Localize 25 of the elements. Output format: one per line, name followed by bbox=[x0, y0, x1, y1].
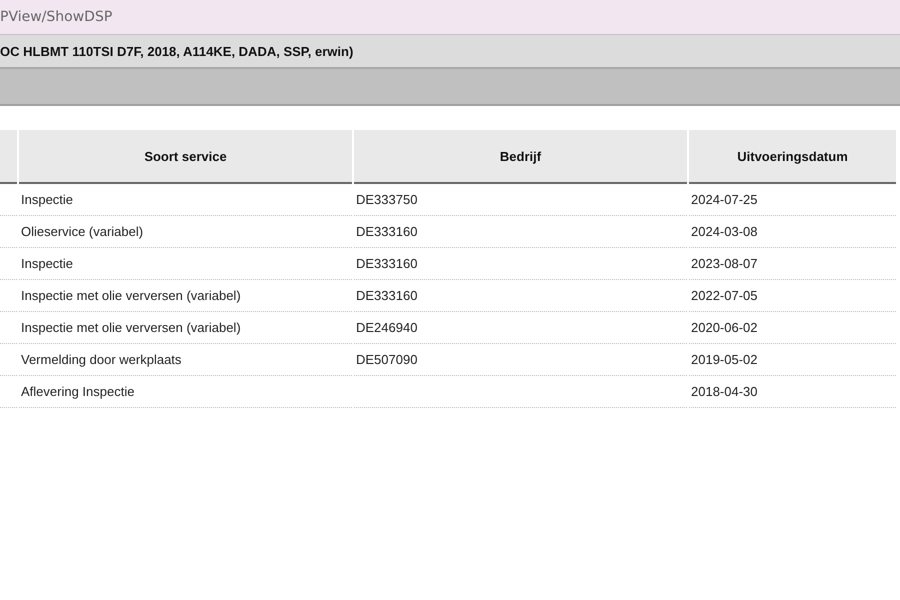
table-cell: 2018-04-30 bbox=[691, 384, 758, 399]
table-cell: Vermelding door werkplaats bbox=[21, 352, 182, 367]
table-cell: Aflevering Inspectie bbox=[21, 384, 134, 399]
table-cell: 2023-08-07 bbox=[691, 256, 758, 271]
table-cell: DE507090 bbox=[356, 352, 418, 367]
table-cell: DE246940 bbox=[356, 320, 418, 335]
column-header[interactable]: Uitvoeringsdatum bbox=[689, 130, 896, 184]
table-cell: 2024-03-08 bbox=[691, 224, 758, 239]
table-cell: Inspectie met olie verversen (variabel) bbox=[21, 288, 241, 303]
table-cell: DE333160 bbox=[356, 288, 418, 303]
table-cell: Inspectie bbox=[21, 256, 74, 271]
column-header[interactable]: Bedrijf bbox=[354, 130, 687, 184]
table-cell: Inspectie bbox=[21, 192, 74, 207]
vehicle-title: OC HLBMT 110TSI D7F, 2018, A114KE, DADA, SSP, erwin) bbox=[0, 44, 354, 58]
address-text: PView/ShowDSP bbox=[0, 9, 112, 25]
table-cell: Olieservice (variabel) bbox=[21, 224, 144, 239]
table-cell: 2020-06-02 bbox=[691, 320, 758, 335]
table-cell: Inspectie met olie verversen (variabel) bbox=[21, 320, 241, 335]
table-cell: DE333160 bbox=[356, 256, 418, 271]
table-cell: 2022-07-05 bbox=[691, 288, 758, 303]
table-cell: 2019-05-02 bbox=[691, 352, 758, 367]
column-header[interactable]: Soort service bbox=[19, 130, 352, 184]
table-cell: 2024-07-25 bbox=[691, 192, 758, 207]
table-cell: DE333750 bbox=[356, 192, 418, 207]
table-cell: DE333160 bbox=[356, 224, 418, 239]
